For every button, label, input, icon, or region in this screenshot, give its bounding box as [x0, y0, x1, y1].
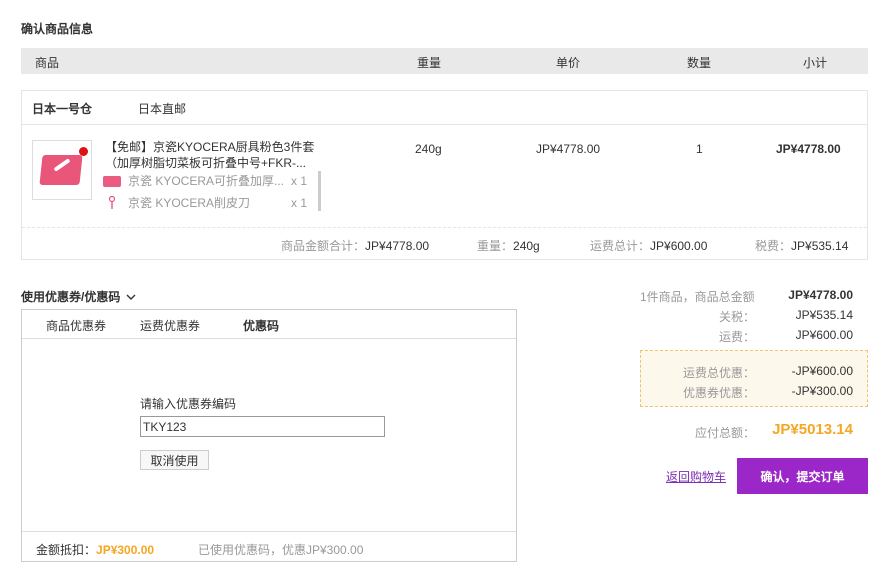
list-item: 京瓷 KYOCERA削皮刀 x 1 [103, 193, 318, 213]
section-title: 确认商品信息 [21, 22, 94, 36]
coupon-discount-label: 优惠券优惠： [683, 386, 756, 400]
summary-amount-value: JP¥4778.00 [365, 239, 430, 253]
sub-item-qty: x 1 [291, 196, 308, 210]
coupon-footer: 金额抵扣：JP¥300.00 已使用优惠码，优惠JP¥300.00 [22, 531, 516, 562]
summary-amount: 商品金额合计：JP¥4778.00 [281, 237, 429, 254]
tax-value: JP¥535.14 [795, 308, 853, 322]
header-subtotal: 小计 [803, 56, 828, 70]
summary-tax: 税费：JP¥535.14 [755, 237, 848, 254]
sub-item-qty: x 1 [291, 174, 308, 188]
summary-weight-label: 重量： [477, 239, 514, 253]
summary-shipping-label: 运费总计： [590, 239, 651, 253]
header-product: 商品 [35, 56, 60, 70]
warehouse-name: 日本一号仓 [32, 102, 93, 116]
shipping-label: 运费： [719, 330, 756, 344]
sub-item-name: 京瓷 KYOCERA可折叠加厚... [128, 174, 285, 188]
sub-item-name: 京瓷 KYOCERA削皮刀 [128, 196, 251, 210]
coupon-toggle[interactable]: 使用优惠券/优惠码 [21, 288, 136, 305]
submit-order-button[interactable]: 确认，提交订单 [737, 458, 868, 494]
payable-label: 应付总额： [695, 426, 756, 440]
sub-items-scrollbar[interactable] [318, 171, 321, 211]
ship-discount-value: -JP¥600.00 [791, 364, 853, 378]
coupon-discount-value: -JP¥300.00 [791, 384, 853, 398]
header-unit-price: 单价 [556, 56, 581, 70]
ship-discount-label: 运费总优惠： [683, 366, 756, 380]
warehouse-row: 日本一号仓 日本直邮 [22, 91, 867, 125]
chevron-down-icon [126, 294, 136, 301]
summary-shipping-value: JP¥600.00 [650, 239, 708, 253]
summary-weight-value: 240g [513, 239, 540, 253]
cutting-board-icon [39, 155, 83, 185]
coupon-input-label: 请输入优惠券编码 [140, 397, 237, 411]
summary-tax-value: JP¥535.14 [791, 239, 849, 253]
deduct-amount: 金额抵扣：JP¥300.00 [36, 541, 154, 558]
shipping-value: JP¥600.00 [795, 328, 853, 342]
coupon-toggle-label: 使用优惠券/优惠码 [21, 290, 121, 304]
tab-shipping-coupon[interactable]: 运费优惠券 [140, 317, 200, 334]
coupon-used-text: 已使用优惠码，优惠JP¥300.00 [198, 543, 364, 557]
payable-value: JP¥5013.14 [772, 421, 853, 438]
cancel-coupon-button[interactable]: 取消使用 [140, 450, 209, 470]
coupon-panel: 商品优惠券 运费优惠券 优惠码 请输入优惠券编码 取消使用 金额抵扣：JP¥30… [21, 309, 517, 562]
divider [22, 227, 867, 228]
table-header: 商品 重量 单价 数量 小计 [21, 48, 868, 74]
product-thumbnail[interactable] [32, 140, 92, 200]
product-unit-price: JP¥4778.00 [536, 142, 601, 156]
coupon-code-input[interactable] [140, 416, 385, 437]
tag-icon [79, 147, 88, 156]
items-total-label: 1件商品，商品总金额 [640, 290, 755, 304]
header-quantity: 数量 [687, 56, 712, 70]
summary-tax-label: 税费： [755, 239, 792, 253]
summary-weight: 重量：240g [477, 237, 540, 254]
product-title-link[interactable]: 【免邮】京瓷KYOCERA厨具粉色3件套（加厚树脂切菜板可折叠中号+FKR-..… [105, 139, 320, 171]
tab-promo-code[interactable]: 优惠码 [243, 317, 279, 334]
header-weight: 重量 [417, 56, 442, 70]
coupon-tabs: 商品优惠券 运费优惠券 优惠码 [22, 310, 516, 339]
warehouse-shipping: 日本直邮 [138, 102, 187, 116]
back-to-cart-link[interactable]: 返回购物车 [666, 468, 726, 485]
tab-product-coupon[interactable]: 商品优惠券 [46, 317, 106, 334]
peeler-icon [108, 196, 116, 209]
product-weight: 240g [415, 142, 442, 156]
product-quantity: 1 [696, 142, 703, 156]
items-total-value: JP¥4778.00 [788, 288, 853, 302]
cutting-board-icon [103, 176, 121, 187]
deduct-label: 金额抵扣： [36, 543, 97, 557]
deduct-value: JP¥300.00 [96, 543, 155, 557]
list-item: 京瓷 KYOCERA可折叠加厚... x 1 [103, 171, 318, 191]
summary-shipping: 运费总计：JP¥600.00 [590, 237, 707, 254]
tax-label: 关税： [719, 310, 756, 324]
summary-amount-label: 商品金额合计： [281, 239, 366, 253]
product-subtotal: JP¥4778.00 [776, 142, 841, 156]
cart-box: 日本一号仓 日本直邮 【免邮】京瓷KYOCERA厨具粉色3件套（加厚树脂切菜板可… [21, 90, 868, 260]
